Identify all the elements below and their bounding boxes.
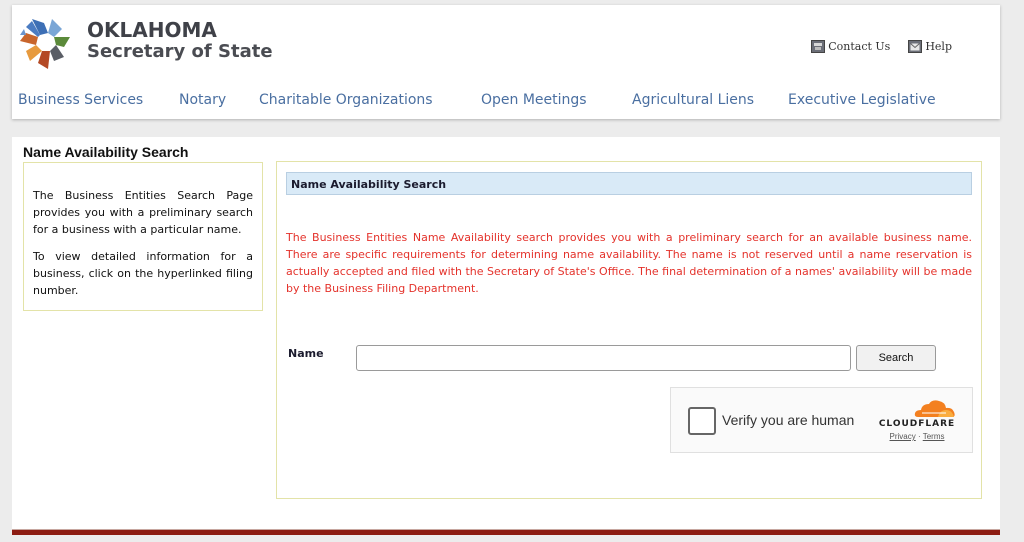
site-header: OKLAHOMA Secretary of State Contact Us H… — [12, 5, 1000, 119]
nav-business-services[interactable]: Business Services — [18, 92, 143, 108]
nav-executive-legislative[interactable]: Executive Legislative — [788, 92, 936, 108]
search-form-panel: Name Availability Search The Business En… — [276, 161, 982, 499]
info-paragraph: The Business Entities Search Page provid… — [33, 189, 253, 236]
brand-office-name: Secretary of State — [87, 41, 273, 62]
nav-agricultural-liens[interactable]: Agricultural Liens — [632, 92, 754, 108]
privacy-link[interactable]: Privacy — [890, 432, 916, 441]
contact-icon — [811, 40, 826, 53]
footer-bar — [12, 529, 1000, 535]
captcha-links: Privacy · Terms — [877, 432, 957, 441]
brand-state-name: OKLAHOMA — [87, 18, 217, 42]
oklahoma-star-logo[interactable] — [18, 13, 74, 71]
main-content: Name Availability Search The Business En… — [12, 137, 1000, 532]
section-header: Name Availability Search — [286, 172, 972, 195]
info-paragraph: To view detailed information for a busin… — [33, 250, 253, 297]
contact-us-label: Contact Us — [828, 40, 891, 53]
cloudflare-captcha: Verify you are human CLOUDFLARE Privacy … — [670, 387, 973, 453]
cloudflare-wordmark: CLOUDFLARE — [878, 419, 956, 429]
nav-open-meetings[interactable]: Open Meetings — [481, 92, 587, 108]
mail-icon — [908, 40, 923, 53]
verify-human-checkbox[interactable] — [688, 407, 716, 435]
name-label: Name — [288, 347, 324, 360]
contact-us-link[interactable]: Contact Us — [811, 40, 890, 53]
nav-charitable-organizations[interactable]: Charitable Organizations — [259, 92, 433, 108]
terms-link[interactable]: Terms — [923, 432, 945, 441]
verify-human-label: Verify you are human — [722, 412, 855, 428]
search-button[interactable]: Search — [856, 345, 936, 371]
page-title: Name Availability Search — [23, 144, 189, 160]
help-link[interactable]: Help — [908, 40, 952, 53]
name-input[interactable] — [356, 345, 851, 371]
cloudflare-cloud-icon — [914, 400, 955, 417]
link-separator: · — [917, 432, 921, 441]
help-label: Help — [925, 40, 952, 53]
info-sidebar: The Business Entities Search Page provid… — [23, 162, 263, 311]
main-nav: Business Services Notary Charitable Orga… — [12, 92, 1000, 112]
cloudflare-branding: CLOUDFLARE Privacy · Terms — [877, 399, 957, 445]
nav-notary[interactable]: Notary — [179, 92, 226, 108]
utility-links: Contact Us Help — [811, 40, 952, 53]
availability-notice: The Business Entities Name Availability … — [286, 231, 972, 295]
